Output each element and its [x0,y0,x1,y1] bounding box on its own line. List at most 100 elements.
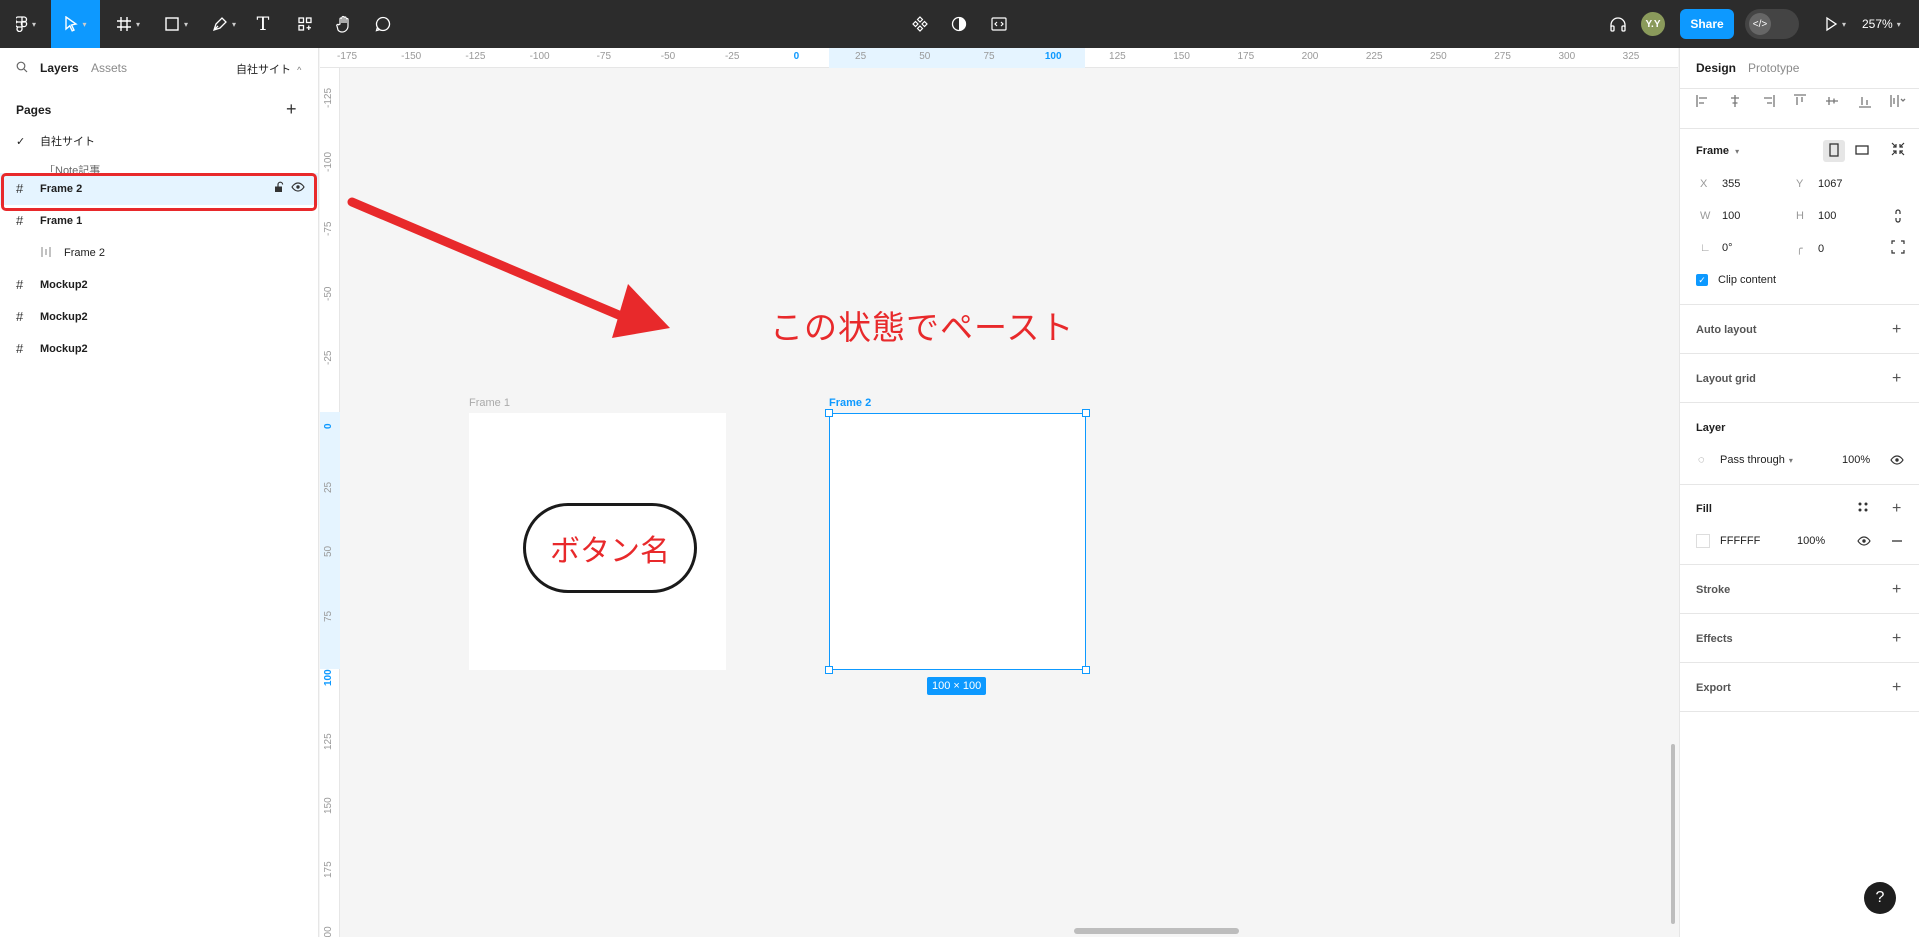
contrast-icon [951,16,967,32]
align-vertical-center-icon[interactable] [1825,94,1839,111]
frame-1[interactable]: ボタン名 [469,413,726,670]
code-button[interactable] [986,0,1012,48]
hand-tool-button[interactable] [331,0,357,48]
resize-handle-top-left[interactable] [825,409,833,417]
align-bottom-icon[interactable] [1858,94,1872,111]
remove-fill-button[interactable] [1891,535,1903,550]
x-field-value: 355 [1722,178,1741,190]
align-horizontal-center-icon[interactable] [1728,94,1742,111]
ruler-tick: 0 [323,423,334,429]
ruler-tick: -25 [724,51,740,62]
frame-hash-icon: # [16,277,24,292]
align-top-icon[interactable] [1793,94,1807,111]
resize-handle-top-right[interactable] [1082,409,1090,417]
plus-icon: + [286,99,297,119]
rotation-field[interactable]: ∟ 0° [1700,242,1733,254]
user-avatar[interactable]: Y.Y [1641,12,1665,36]
tab-prototype[interactable]: Prototype [1748,61,1799,75]
add-effect-button[interactable]: + [1892,631,1901,647]
horizontal-scrollbar[interactable] [1074,928,1239,934]
comment-tool-button[interactable] [370,0,396,48]
plus-icon: + [1892,500,1902,517]
layer-opacity-field[interactable]: 100% [1842,454,1870,466]
pen-tool-button[interactable]: ▾ [206,0,242,48]
chevron-down-icon: ▾ [1735,147,1740,156]
independent-corners-button[interactable] [1891,240,1905,257]
components-button[interactable] [907,0,933,48]
zoom-menu[interactable]: 257% ▾ [1862,0,1901,48]
align-right-icon[interactable] [1761,94,1775,111]
resize-to-fit-button[interactable] [1891,142,1905,159]
fill-color-swatch[interactable] [1696,534,1710,548]
distribute-icon[interactable] [1890,94,1906,111]
ruler-tick: 175 [323,861,334,879]
layer-row-mockup2[interactable]: # Mockup2 [0,301,318,333]
frame-section-title[interactable]: Frame ▾ [1696,145,1739,157]
width-field-value: 100 [1722,210,1741,222]
add-fill-button[interactable]: + [1892,501,1901,517]
blend-mode-select[interactable]: ◌ Pass through ▾ [1698,454,1793,466]
page-switcher[interactable]: 自社サイト ^ [236,61,301,77]
add-page-button[interactable]: + [286,100,297,118]
eye-icon [1890,454,1904,469]
width-field[interactable]: W 100 [1700,210,1740,222]
x-field[interactable]: X 355 [1700,178,1740,190]
page-item-label: 自社サイト [40,136,95,148]
resize-handle-bottom-right[interactable] [1082,666,1090,674]
layer-name: Frame 2 [64,247,105,259]
alignment-toolbar [1696,94,1906,111]
help-button[interactable]: ? [1864,882,1896,914]
frame-2-selected[interactable] [825,409,1090,674]
ruler-tick: 100 [323,669,334,686]
align-left-icon[interactable] [1696,94,1710,111]
blend-mode-value: Pass through [1720,454,1785,466]
theme-toggle-button[interactable] [946,0,972,48]
portrait-orientation-button[interactable] [1823,140,1845,162]
height-field[interactable]: H 100 [1796,210,1836,222]
layer-visibility-toggle[interactable] [1890,454,1904,469]
layer-row-frame-2-child[interactable]: Frame 2 [0,237,318,269]
frame-1-label[interactable]: Frame 1 [469,397,510,409]
hand-icon [336,15,352,33]
audio-button[interactable] [1605,0,1631,48]
dev-mode-toggle[interactable]: </> [1745,9,1799,39]
frame-2-label[interactable]: Frame 2 [829,397,871,409]
clip-content-checkbox[interactable]: ✓ Clip content [1696,274,1776,286]
text-tool-button[interactable]: T [250,0,276,48]
add-layout-grid-button[interactable]: + [1892,371,1901,387]
add-stroke-button[interactable]: + [1892,582,1901,598]
canvas[interactable]: この状態でペースト Frame 1 ボタン名 Frame 2 100 × 100 [340,68,1678,937]
landscape-orientation-button[interactable] [1851,140,1873,162]
auto-layout-section: Auto layout [1696,324,1757,336]
share-button[interactable]: Share [1680,9,1734,39]
check-icon: ✓ [16,135,26,148]
tab-layers[interactable]: Layers [40,61,79,75]
add-auto-layout-button[interactable]: + [1892,322,1901,338]
resources-button[interactable] [292,0,318,48]
search-icon[interactable] [16,61,28,76]
fill-styles-button[interactable] [1857,501,1869,516]
ruler-tick: -125 [323,87,334,108]
constrain-proportions-button[interactable] [1893,208,1903,227]
frame-tool-button[interactable]: ▾ [110,0,146,48]
shape-tool-button[interactable]: ▾ [158,0,194,48]
tab-design[interactable]: Design [1696,61,1736,75]
move-tool-button[interactable]: ▾ [51,0,100,48]
corner-radius-field[interactable]: ╭ 0 [1796,242,1824,256]
vertical-scrollbar[interactable] [1671,744,1675,924]
layer-name: Mockup2 [40,311,88,323]
button-component[interactable]: ボタン名 [523,503,697,593]
main-menu-button[interactable]: ▾ [8,0,44,48]
fill-visibility-toggle[interactable] [1857,535,1871,550]
figma-app: ▾ ▾ ▾ ▾ ▾ T Y.Y Share </> ▾ 257% ▾ Layer… [0,0,1919,937]
tab-assets[interactable]: Assets [91,61,127,75]
y-field[interactable]: Y 1067 [1796,178,1842,190]
page-item[interactable]: ✓ 自社サイト [16,132,95,150]
resize-handle-bottom-left[interactable] [825,666,833,674]
layer-row-mockup2[interactable]: # Mockup2 [0,333,318,365]
layer-row-mockup2[interactable]: # Mockup2 [0,269,318,301]
fill-hex-field[interactable]: FFFFFF [1720,535,1760,547]
fill-opacity-field[interactable]: 100% [1797,535,1825,547]
add-export-button[interactable]: + [1892,680,1901,696]
present-button[interactable]: ▾ [1822,0,1848,48]
